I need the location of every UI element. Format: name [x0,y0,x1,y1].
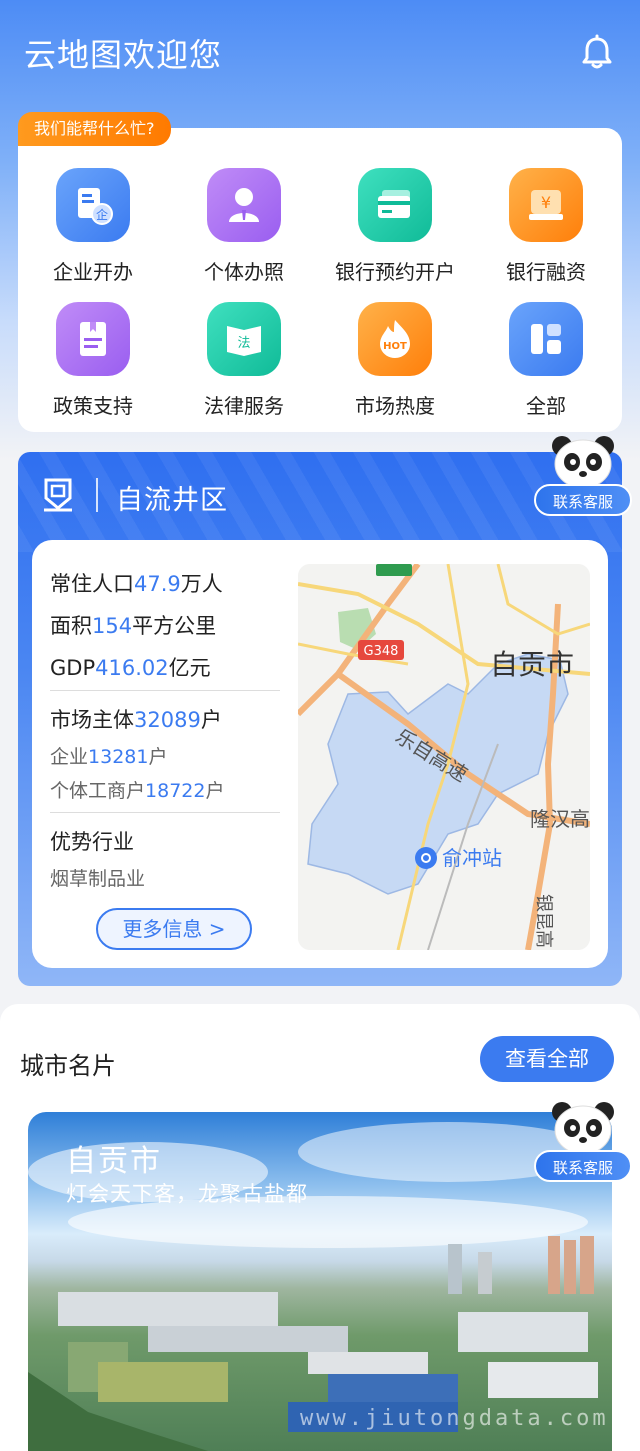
population-stat: 常住人口47.9万人 [50,572,223,596]
industry-value: 烟草制品业 [50,868,146,890]
svg-text:HOT: HOT [383,341,407,352]
service-bank-account[interactable]: 银行预约开户 [320,168,470,288]
enterprise-icon: 企 [56,168,130,242]
area-stat: 面积154平方公里 [50,614,217,638]
service-policy[interactable]: 政策支持 [18,302,168,422]
service-label: 银行预约开户 [335,260,455,284]
panda-mascot-icon [552,1102,614,1155]
service-label: 法律服务 [204,394,284,418]
gdp-stat: GDP416.02亿元 [50,656,211,680]
page-title: 云地图欢迎您 [24,36,223,74]
city-cards-title: 城市名片 [20,1052,116,1080]
service-label: 个体办照 [204,260,284,284]
svg-text:法: 法 [237,336,250,351]
service-personal-license[interactable]: 个体办照 [169,168,319,288]
service-label: 政策支持 [53,394,133,418]
district-name: 自流井区 [116,485,228,516]
bell-icon[interactable] [580,34,614,70]
map-expressway-label: 银昆高 [533,894,554,948]
bank-card-icon [358,168,432,242]
district-logo-icon [44,478,72,512]
separator [96,478,98,512]
divider [50,690,280,691]
industry-title: 优势行业 [50,830,134,854]
service-enterprise[interactable]: 企 企业开办 [18,168,168,288]
station-marker-icon [415,847,437,869]
city-card-name: 自贡市 [66,1144,162,1179]
more-info-button[interactable]: 更多信息 > [96,908,252,950]
policy-doc-icon [56,302,130,376]
all-grid-icon [509,302,583,376]
map-expressway-label: 隆汉高 [530,807,590,831]
district-info-panel: 常住人口47.9万人 面积154平方公里 GDP416.02亿元 市场主体320… [32,540,608,968]
customer-service-label: 联系客服 [534,1150,632,1182]
watermark: www.jiutongdata.com [300,1406,609,1431]
svg-text:企: 企 [96,207,108,222]
map-station-label: 俞冲站 [442,846,502,870]
individual-business-stat: 个体工商户18722户 [50,780,225,802]
district-map[interactable]: G348 自贡市 乐自高速 隆汉高 银昆高 俞冲站 [298,564,590,950]
enterprise-stat: 企业13281户 [50,746,168,768]
yuan-finance-icon: ¥ [509,168,583,242]
customer-service-button[interactable]: 联系客服 [534,432,634,518]
customer-service-label: 联系客服 [534,484,632,516]
district-card: 自流井区 常住人口47.9万人 面积154平方公里 GDP416.02亿元 市场… [18,452,622,986]
view-all-button[interactable]: 查看全部 [480,1036,614,1082]
service-label: 全部 [526,394,566,418]
city-cards-section: 城市名片 查看全部 自贡市 灯会天下客，龙聚古盐都 [0,1004,640,1451]
header: 云地图欢迎您 [0,0,640,100]
service-law[interactable]: 法 法律服务 [169,302,319,422]
law-book-icon: 法 [207,302,281,376]
service-label: 市场热度 [355,394,435,418]
city-card-slogan: 灯会天下客，龙聚古盐都 [66,1182,308,1206]
service-label: 银行融资 [506,260,586,284]
hot-flame-icon: HOT [358,302,432,376]
person-license-icon [207,168,281,242]
services-card: 企 企业开办 个体办照 银行预约开户 ¥ 银行融资 政策支持 法 法律服务 HO… [18,128,622,432]
service-market-heat[interactable]: HOT 市场热度 [320,302,470,422]
road-g348-label: G348 [364,644,399,659]
map-city-label: 自贡市 [490,648,574,681]
services-tag: 我们能帮什么忙? [18,112,171,146]
divider [50,812,280,813]
market-entity-stat: 市场主体32089户 [50,708,222,732]
svg-text:¥: ¥ [541,193,551,212]
service-all[interactable]: 全部 [471,302,621,422]
customer-service-button[interactable]: 联系客服 [534,1098,634,1184]
service-bank-finance[interactable]: ¥ 银行融资 [471,168,621,288]
city-card-photo[interactable]: 自贡市 灯会天下客，龙聚古盐都 [28,1112,612,1451]
service-label: 企业开办 [53,260,133,284]
panda-mascot-icon [552,436,614,489]
